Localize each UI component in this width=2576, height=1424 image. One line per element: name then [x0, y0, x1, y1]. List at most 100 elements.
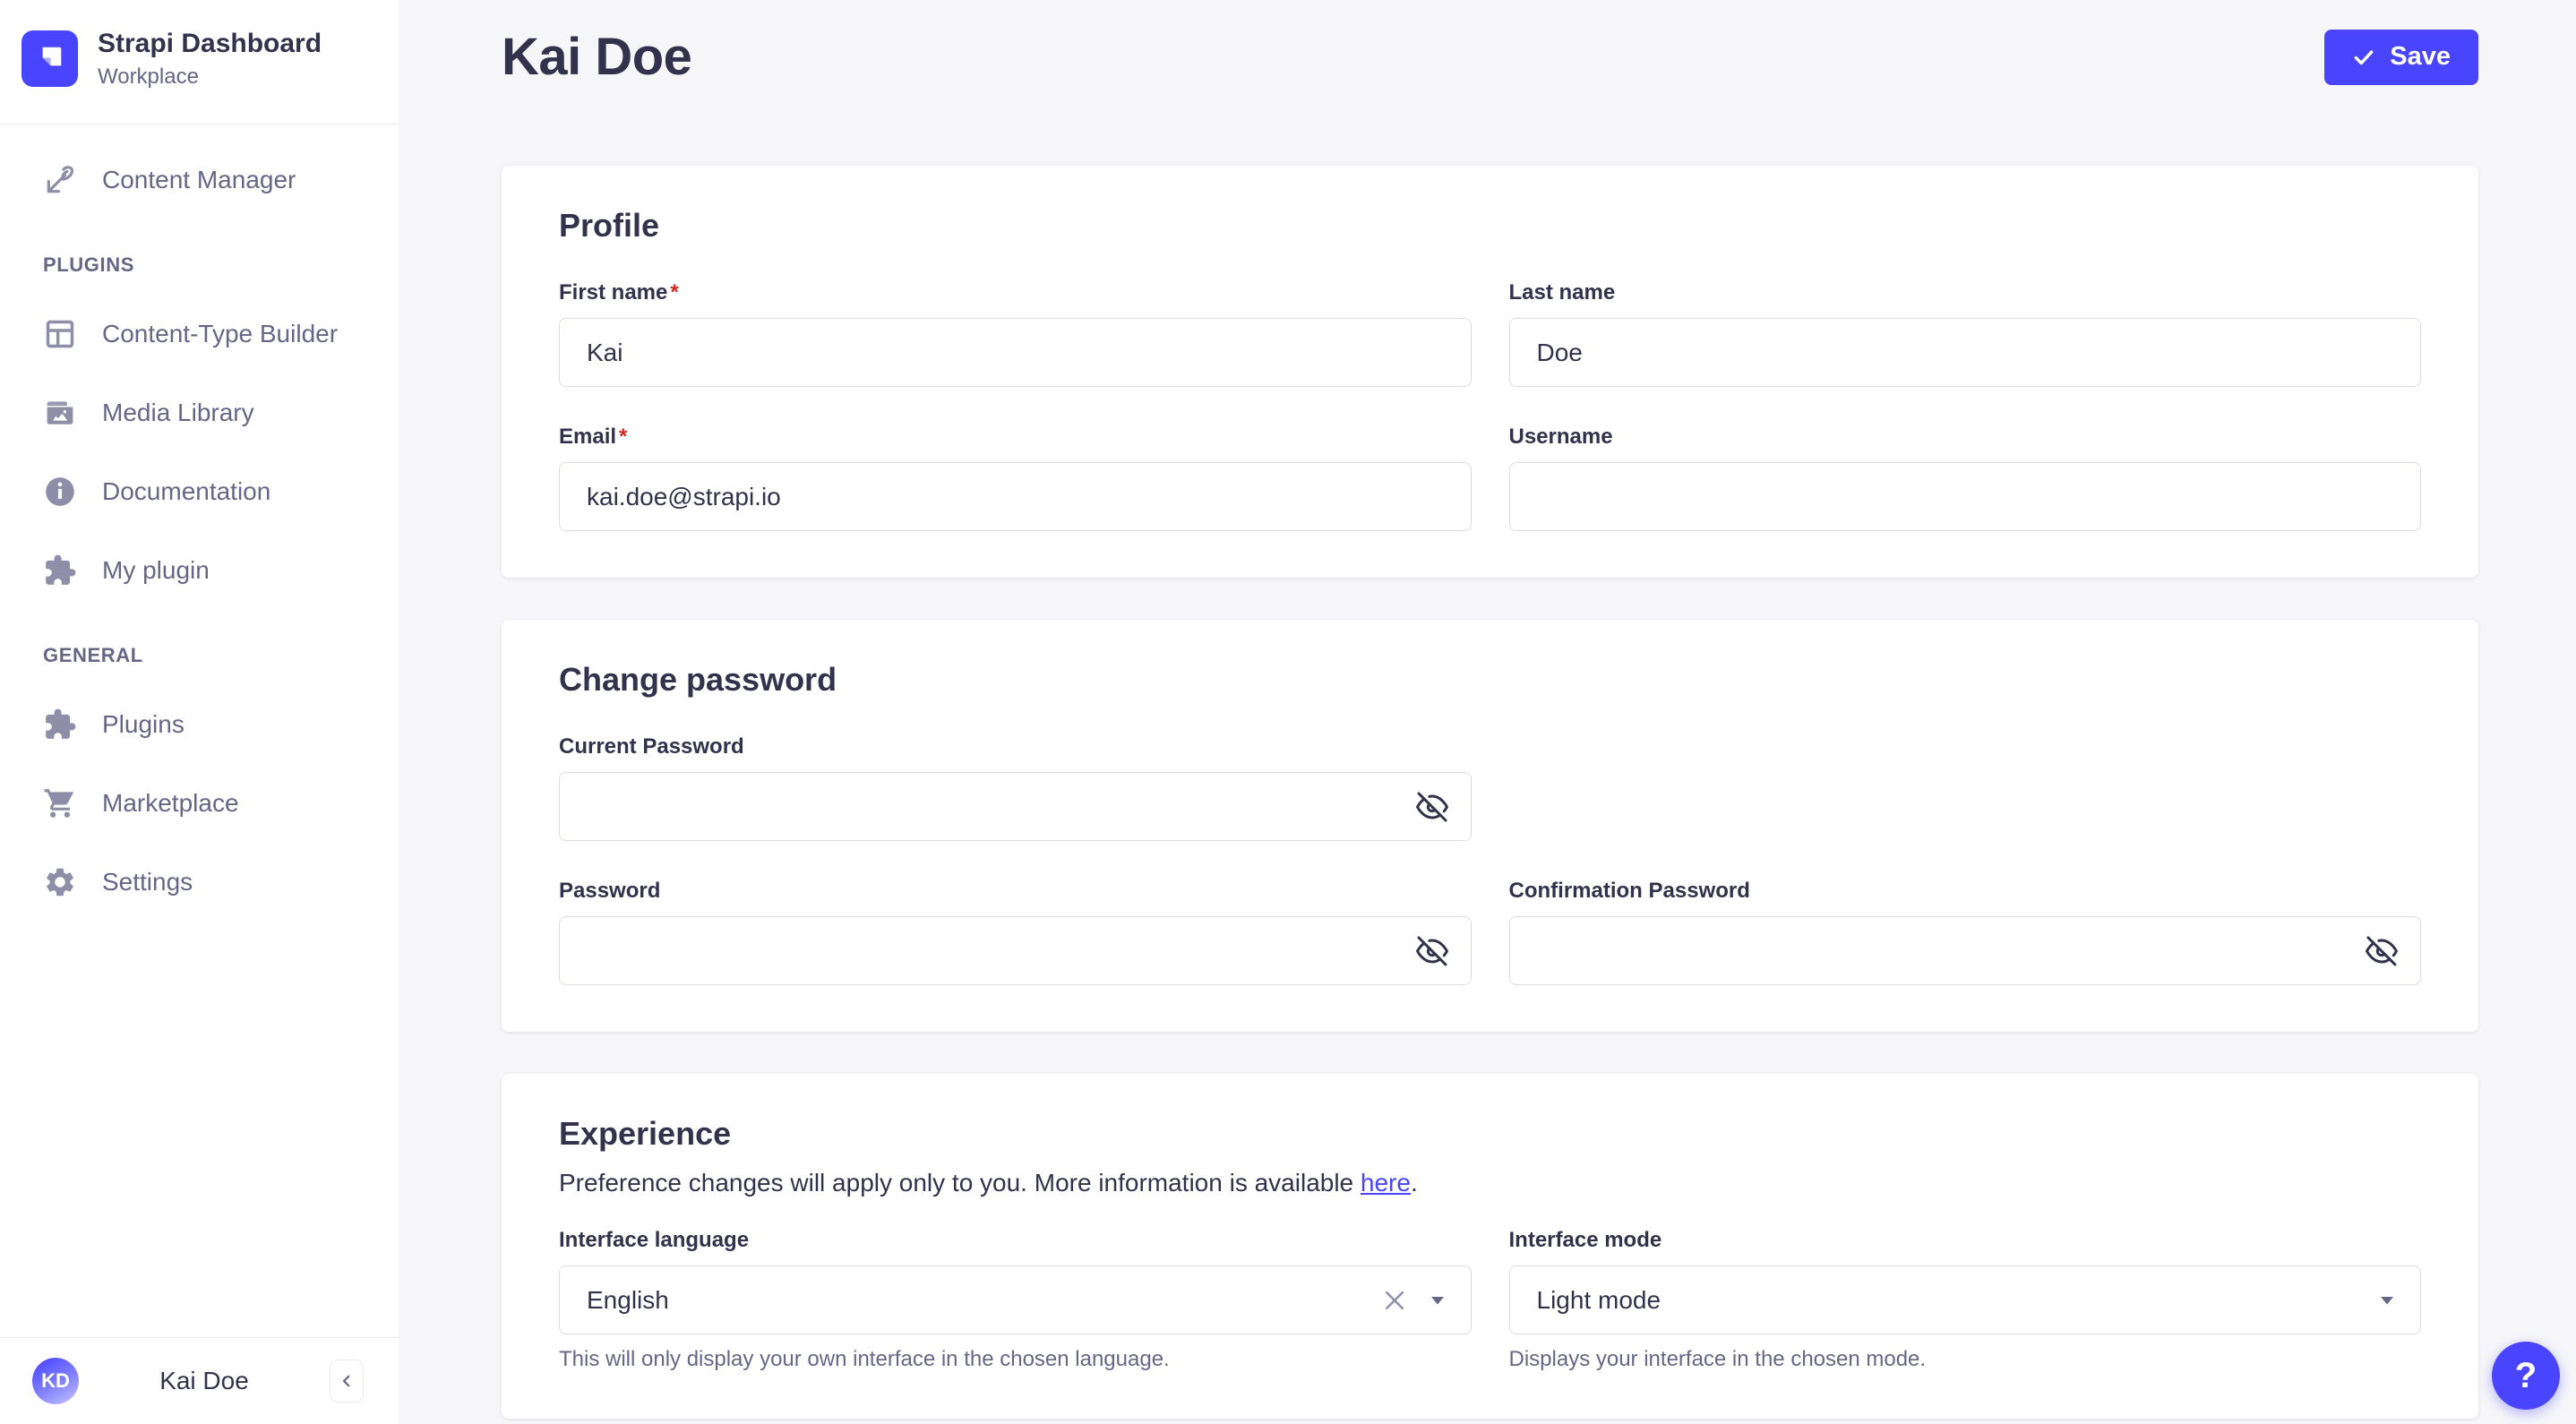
- profile-card-title: Profile: [559, 207, 660, 244]
- info-circle-icon: [46, 476, 74, 506]
- sidebar-item-label: Documentation: [102, 476, 271, 505]
- sidebar-item-label: Marketplace: [102, 788, 239, 817]
- email-input[interactable]: [559, 462, 1472, 531]
- first-name-input[interactable]: [559, 318, 1472, 387]
- change-password-card: Change password Current Password Passwor…: [502, 620, 2478, 1032]
- confirmation-password-input[interactable]: [1508, 916, 2421, 985]
- workspace-subtitle: Workplace: [98, 64, 199, 89]
- required-asterisk: *: [619, 425, 628, 449]
- experience-card: Experience Preference changes will apply…: [502, 1074, 2478, 1419]
- toggle-confirmation-password-visibility-button[interactable]: [2366, 935, 2398, 967]
- sidebar-item-plugins[interactable]: Plugins: [11, 692, 389, 757]
- current-password-field-group: Current Password: [559, 734, 1472, 841]
- password-label: Password: [559, 879, 661, 903]
- chevron-down-icon: [1430, 1295, 1446, 1306]
- layout-icon: [46, 320, 74, 347]
- chevron-left-icon: [342, 1375, 350, 1387]
- workspace-text: Strapi Dashboard Workplace: [98, 29, 322, 90]
- interface-mode-select[interactable]: Light mode: [1508, 1265, 2421, 1334]
- current-password-input[interactable]: [559, 772, 1472, 841]
- username-input[interactable]: [1508, 462, 2421, 531]
- sidebar: Strapi Dashboard Workplace Content Manag…: [0, 0, 400, 1424]
- last-name-label: Last name: [1508, 280, 1616, 305]
- experience-subtitle: Preference changes will apply only to yo…: [559, 1169, 2421, 1197]
- sidebar-item-documentation[interactable]: Documentation: [11, 459, 389, 524]
- experience-subtitle-text: Preference changes will apply only to yo…: [559, 1169, 1361, 1197]
- page-title: Kai Doe: [502, 28, 692, 86]
- sidebar-item-media-library[interactable]: Media Library: [11, 381, 389, 445]
- toggle-password-visibility-button[interactable]: [1415, 935, 1448, 967]
- password-fields: Current Password Password Confirmation P…: [559, 734, 2421, 985]
- page-header: Kai Doe Save: [502, 27, 2478, 87]
- puzzle-icon: [46, 708, 76, 739]
- sidebar-item-label: Plugins: [102, 709, 185, 738]
- required-asterisk: *: [670, 280, 679, 305]
- edit-pen-icon: [47, 165, 74, 193]
- question-mark-icon: ?: [2514, 1355, 2537, 1395]
- change-password-title: Change password: [559, 661, 837, 698]
- profile-card: Profile First name* Last name Email* Use…: [502, 166, 2478, 578]
- sidebar-item-content-type-builder[interactable]: Content-Type Builder: [11, 302, 389, 366]
- username-field-group: Username: [1508, 425, 2421, 531]
- save-button[interactable]: Save: [2324, 29, 2478, 85]
- more-information-link[interactable]: here: [1361, 1169, 1411, 1197]
- sidebar-item-content-manager[interactable]: Content Manager: [11, 148, 389, 212]
- gear-icon: [47, 868, 73, 896]
- eye-slash-icon: [2366, 936, 2398, 965]
- first-name-label: First name *: [559, 280, 1472, 305]
- help-button[interactable]: ?: [2492, 1342, 2560, 1410]
- email-label: Email *: [559, 425, 1472, 450]
- sidebar-section-plugins: PLUGINS: [43, 253, 134, 276]
- password-input[interactable]: [559, 916, 1472, 985]
- current-password-label: Current Password: [559, 734, 744, 759]
- sidebar-item-label: Settings: [102, 867, 193, 896]
- save-button-label: Save: [2390, 42, 2451, 71]
- first-name-label-text: First name: [559, 280, 668, 305]
- last-name-input[interactable]: [1508, 318, 2421, 387]
- eye-slash-icon: [1415, 936, 1448, 965]
- chevron-down-icon: [2379, 1295, 2395, 1306]
- cart-icon: [44, 788, 74, 818]
- password-wrapper: [559, 916, 1472, 985]
- confirmation-password-field-group: Confirmation Password: [1508, 879, 2421, 985]
- first-name-field-group: First name *: [559, 280, 1472, 387]
- interface-mode-label: Interface mode: [1508, 1228, 1662, 1252]
- user-menu[interactable]: KD Kai Doe: [0, 1337, 399, 1424]
- email-field-group: Email *: [559, 425, 1472, 531]
- sidebar-section-general: GENERAL: [43, 643, 143, 666]
- interface-language-select[interactable]: English: [559, 1265, 1472, 1334]
- email-label-text: Email: [559, 425, 617, 449]
- interface-language-hint: This will only display your own interfac…: [559, 1347, 1170, 1371]
- strapi-logo-icon: [21, 30, 78, 88]
- experience-fields: Interface language English This will onl…: [559, 1228, 2421, 1372]
- sidebar-collapse-button[interactable]: [330, 1360, 364, 1403]
- user-name: Kai Doe: [159, 1367, 249, 1394]
- sidebar-item-marketplace[interactable]: Marketplace: [11, 771, 389, 836]
- confirmation-password-wrapper: [1508, 916, 2421, 985]
- avatar: KD: [32, 1358, 79, 1404]
- interface-language-value: English: [587, 1285, 669, 1314]
- clear-language-button[interactable]: [1381, 1287, 1408, 1314]
- sidebar-item-my-plugin[interactable]: My plugin: [11, 538, 389, 603]
- profile-fields: First name* Last name Email* Username: [559, 280, 2421, 531]
- current-password-wrapper: [559, 772, 1472, 841]
- sidebar-item-label: My plugin: [102, 555, 210, 584]
- interface-language-label: Interface language: [559, 1228, 750, 1252]
- last-name-field-group: Last name: [1508, 280, 2421, 387]
- sidebar-item-label: Content-Type Builder: [102, 319, 339, 347]
- workspace-brand: Strapi Dashboard Workplace: [0, 0, 399, 124]
- eye-slash-icon: [1415, 792, 1448, 821]
- experience-subtitle-period: .: [1410, 1169, 1418, 1197]
- puzzle-icon: [46, 554, 76, 585]
- close-icon: [1385, 1291, 1404, 1309]
- interface-mode-hint: Displays your interface in the chosen mo…: [1508, 1347, 1927, 1371]
- sidebar-item-settings[interactable]: Settings: [11, 850, 389, 914]
- image-icon: [47, 400, 73, 425]
- sidebar-item-label: Content Manager: [102, 165, 296, 193]
- confirmation-password-label: Confirmation Password: [1508, 879, 1750, 903]
- sidebar-item-label: Media Library: [102, 398, 254, 426]
- experience-title: Experience: [559, 1115, 732, 1152]
- interface-language-field-group: Interface language English This will onl…: [559, 1228, 1472, 1372]
- toggle-current-password-visibility-button[interactable]: [1415, 791, 1448, 823]
- check-icon: [2354, 49, 2374, 64]
